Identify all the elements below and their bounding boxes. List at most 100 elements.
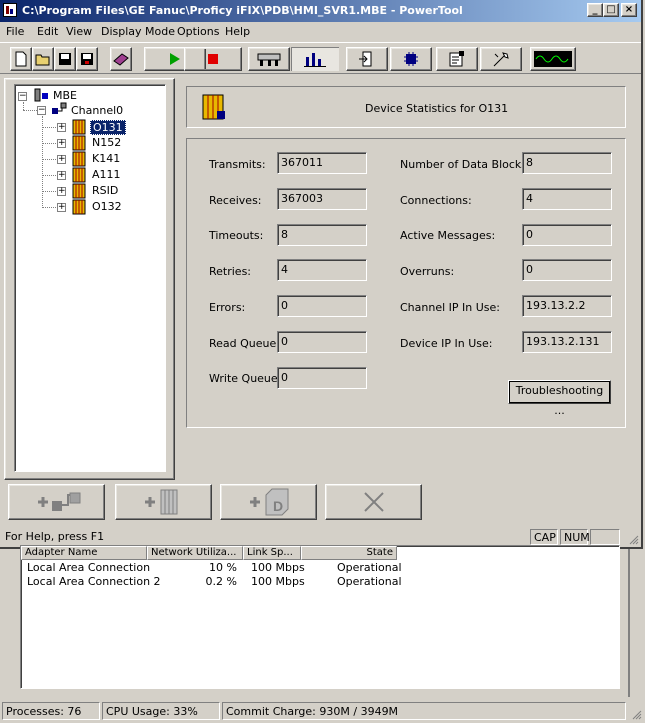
stat-value-write-queue: 0 bbox=[277, 367, 367, 389]
window-edge bbox=[628, 549, 630, 697]
tree-device-item[interactable]: O132 bbox=[92, 200, 122, 213]
splitter[interactable] bbox=[176, 78, 180, 480]
window-edge bbox=[641, 0, 643, 549]
import-button[interactable] bbox=[346, 47, 388, 71]
add-channel-button[interactable] bbox=[8, 484, 105, 520]
adapter-state: Operational bbox=[337, 561, 402, 574]
column-header-utilization[interactable]: Network Utiliza... bbox=[147, 546, 243, 560]
add-device-button[interactable] bbox=[115, 484, 212, 520]
tree-device-item[interactable]: K141 bbox=[92, 152, 120, 165]
tree-device-item[interactable]: O131 bbox=[90, 120, 126, 135]
app-icon[interactable] bbox=[3, 3, 17, 17]
tree-device-item[interactable]: A111 bbox=[92, 168, 121, 181]
collapse-toggle[interactable]: − bbox=[37, 106, 46, 115]
column-header-state[interactable]: State bbox=[301, 546, 397, 560]
menu-bar: File Edit View Display Mode Options Help bbox=[0, 22, 641, 42]
toolbar bbox=[0, 42, 641, 74]
stat-label-device-ip: Device IP In Use: bbox=[400, 337, 493, 350]
adapter-name[interactable]: Local Area Connection 2 bbox=[27, 575, 161, 588]
minimize-button[interactable]: _ bbox=[587, 3, 603, 17]
tree-device-item[interactable]: RSID bbox=[92, 184, 118, 197]
statistics-title: Device Statistics for O131 bbox=[365, 102, 509, 115]
add-datablock-button[interactable]: D bbox=[220, 484, 317, 520]
help-text: For Help, press F1 bbox=[5, 530, 105, 543]
stat-value-transmits: 367011 bbox=[277, 152, 367, 174]
svg-text:D: D bbox=[273, 498, 283, 514]
collapse-toggle[interactable]: − bbox=[18, 92, 27, 101]
adapter-utilization: 10 % bbox=[209, 561, 237, 574]
menu-help[interactable]: Help bbox=[225, 25, 250, 38]
tools-icon bbox=[493, 52, 509, 67]
stop-button[interactable] bbox=[184, 47, 242, 71]
book-icon bbox=[113, 53, 129, 66]
expand-toggle[interactable]: + bbox=[57, 187, 66, 196]
menu-options[interactable]: Options bbox=[177, 25, 219, 38]
network-adapter-list[interactable]: Adapter Name Network Utiliza... Link Sp.… bbox=[20, 545, 620, 689]
stop-icon bbox=[208, 54, 218, 64]
network-icon bbox=[404, 52, 418, 66]
open-icon bbox=[35, 54, 50, 66]
cpu-usage: CPU Usage: 33% bbox=[102, 702, 220, 720]
stat-label-retries: Retries: bbox=[209, 265, 252, 278]
signal-button[interactable] bbox=[530, 47, 576, 71]
adapter-name[interactable]: Local Area Connection bbox=[27, 561, 150, 574]
process-count: Processes: 76 bbox=[2, 702, 100, 720]
menu-display-mode[interactable]: Display Mode bbox=[101, 25, 175, 38]
add-channel-icon bbox=[37, 492, 80, 511]
save-all-button[interactable] bbox=[76, 47, 98, 71]
expand-toggle[interactable]: + bbox=[57, 203, 66, 212]
expand-toggle[interactable]: + bbox=[57, 155, 66, 164]
new-button[interactable] bbox=[10, 47, 32, 71]
num-indicator: NUM bbox=[560, 529, 590, 545]
stat-label-write-queue: Write Queue: bbox=[209, 372, 282, 385]
device-icon bbox=[199, 93, 227, 124]
adapter-speed: 100 Mbps bbox=[251, 561, 305, 574]
stat-value-device-ip: 193.13.2.131 bbox=[522, 331, 612, 353]
book-button[interactable] bbox=[110, 47, 132, 71]
tree-device-item[interactable]: N152 bbox=[92, 136, 121, 149]
stat-value-timeouts: 8 bbox=[277, 224, 367, 246]
add-datablock-icon: D bbox=[249, 488, 288, 516]
properties-button[interactable] bbox=[436, 47, 478, 71]
config-icon bbox=[257, 53, 281, 66]
menu-edit[interactable]: Edit bbox=[37, 25, 58, 38]
troubleshooting-button[interactable]: Troubleshooting ... bbox=[508, 380, 611, 417]
statistics-button[interactable] bbox=[291, 47, 339, 71]
tree-channel-label[interactable]: Channel0 bbox=[71, 104, 123, 117]
resize-grip-icon[interactable] bbox=[630, 708, 642, 720]
network-button[interactable] bbox=[390, 47, 432, 71]
column-header-link-speed[interactable]: Link Sp... bbox=[243, 546, 301, 560]
import-icon bbox=[359, 51, 372, 67]
title-bar: C:\Program Files\GE Fanuc\Proficy iFIX\P… bbox=[0, 0, 641, 22]
channel-icon bbox=[51, 101, 67, 120]
taskmgr-status-bar: Processes: 76 CPU Usage: 33% Commit Char… bbox=[0, 700, 645, 723]
stat-value-errors: 0 bbox=[277, 295, 367, 317]
save-button[interactable] bbox=[54, 47, 76, 71]
tools-button[interactable] bbox=[480, 47, 522, 71]
expand-toggle[interactable]: + bbox=[57, 139, 66, 148]
statistics-header: Device Statistics for O131 bbox=[186, 86, 626, 128]
stat-value-channel-ip: 193.13.2.2 bbox=[522, 295, 612, 317]
add-device-icon bbox=[144, 489, 177, 515]
config-button[interactable] bbox=[248, 47, 290, 71]
status-pane bbox=[590, 529, 620, 545]
delete-button[interactable] bbox=[325, 484, 422, 520]
stat-value-active-messages: 0 bbox=[522, 224, 612, 246]
menu-view[interactable]: View bbox=[66, 25, 92, 38]
maximize-button[interactable]: □ bbox=[603, 3, 619, 17]
stat-label-transmits: Transmits: bbox=[209, 158, 266, 171]
device-tree[interactable]: − MBE − Channel0 + O131 + N152 + K141 + … bbox=[14, 84, 166, 472]
stat-label-channel-ip: Channel IP In Use: bbox=[400, 301, 500, 314]
server-icon bbox=[33, 87, 49, 106]
signal-icon bbox=[534, 51, 572, 67]
expand-toggle[interactable]: + bbox=[57, 123, 66, 132]
stat-value-overruns: 0 bbox=[522, 259, 612, 281]
column-header-adapter[interactable]: Adapter Name bbox=[21, 546, 147, 560]
open-button[interactable] bbox=[32, 47, 54, 71]
resize-grip-icon[interactable] bbox=[627, 533, 639, 545]
expand-toggle[interactable]: + bbox=[57, 171, 66, 180]
close-button[interactable]: × bbox=[621, 3, 637, 17]
status-bar: For Help, press F1 CAP NUM bbox=[0, 527, 641, 547]
commit-charge: Commit Charge: 930M / 3949M bbox=[222, 702, 626, 720]
menu-file[interactable]: File bbox=[6, 25, 24, 38]
